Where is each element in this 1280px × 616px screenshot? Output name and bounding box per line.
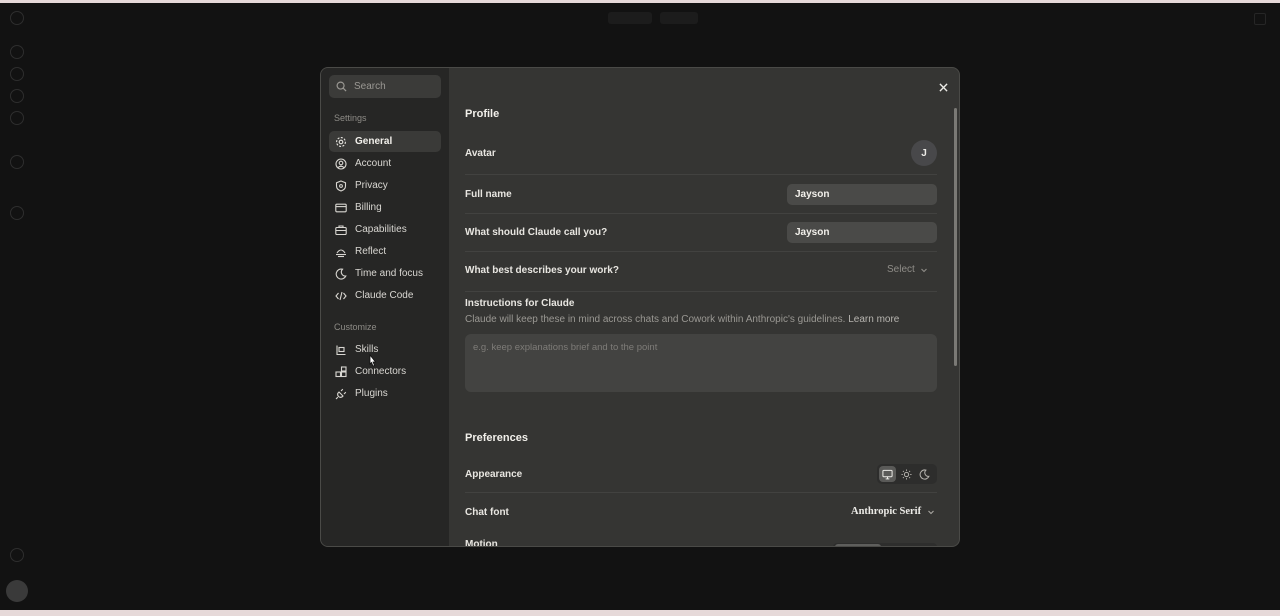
appearance-label: Appearance (465, 469, 523, 480)
divider (465, 492, 937, 493)
sidebar-item-account[interactable]: Account (329, 153, 441, 174)
chat-font-value: Anthropic Serif (851, 506, 922, 517)
desktop-icon (882, 469, 893, 479)
background-tab-pill (608, 12, 652, 24)
sidebar-item-label: Plugins (355, 388, 388, 399)
gear-icon (336, 136, 346, 147)
call-you-field[interactable]: Jayson (787, 222, 937, 243)
profile-section-title: Profile (465, 108, 500, 120)
help-icon (10, 206, 24, 220)
close-button[interactable] (935, 79, 951, 95)
avatar-label: Avatar (465, 148, 496, 159)
briefcase-icon (335, 224, 347, 235)
chevron-down-icon (928, 510, 934, 514)
sidebar-item-skills[interactable]: Skills (329, 339, 441, 360)
settings-content: Profile Avatar J Full name Jayson What s… (449, 68, 959, 547)
instructions-textarea[interactable]: e.g. keep explanations brief and to the … (465, 334, 937, 392)
sidebar-item-connectors[interactable]: Connectors (329, 361, 441, 382)
sidebar-item-privacy[interactable]: Privacy (329, 175, 441, 196)
preferences-section-title: Preferences (465, 432, 528, 444)
projects-icon (10, 89, 24, 103)
appearance-system-option[interactable] (879, 466, 896, 482)
sidebar-item-reflect[interactable]: Reflect (329, 241, 441, 262)
background-app-rail (0, 3, 34, 610)
avatar[interactable]: J (911, 140, 937, 166)
sidebar-item-label: Claude Code (355, 290, 414, 301)
sidebar-item-time-and-focus[interactable]: Time and focus (329, 263, 441, 284)
sidebar-item-label: Privacy (355, 180, 388, 191)
instructions-description: Claude will keep these in mind across ch… (465, 314, 899, 325)
search-placeholder: Search (354, 81, 386, 92)
credit-card-icon (335, 203, 347, 212)
close-icon (938, 82, 948, 92)
chat-font-select[interactable]: Anthropic Serif (851, 506, 935, 517)
divider (465, 291, 937, 292)
mouse-cursor-icon (369, 354, 377, 367)
scrollbar[interactable] (954, 108, 957, 366)
settings-modal: Search Settings General Account Privacy … (320, 67, 960, 547)
customize-section-label: Customize (334, 322, 377, 332)
moon-icon (919, 468, 930, 480)
instructions-label: Instructions for Claude (465, 298, 575, 309)
settings-sidebar: Search Settings General Account Privacy … (321, 68, 449, 546)
skills-icon (336, 345, 346, 355)
sidebar-item-label: Billing (355, 202, 382, 213)
appearance-toggle (877, 464, 937, 484)
plug-icon (335, 388, 347, 399)
work-description-label: What best describes your work? (465, 265, 619, 276)
call-you-label: What should Claude call you? (465, 227, 608, 238)
sun-icon (900, 468, 912, 480)
motion-toggle[interactable] (833, 543, 937, 546)
reflect-icon (336, 248, 346, 257)
work-description-select[interactable]: Select (887, 264, 928, 275)
edit-icon (10, 548, 24, 562)
app-logo-icon (10, 11, 24, 25)
sidebar-item-plugins[interactable]: Plugins (329, 383, 441, 404)
new-chat-icon (10, 45, 24, 59)
search-input[interactable]: Search (329, 75, 441, 98)
sidebar-item-general[interactable]: General (329, 131, 441, 152)
chats-icon (10, 67, 24, 81)
code-rail-icon (10, 155, 24, 169)
user-avatar-background (6, 580, 28, 602)
code-icon (335, 291, 347, 300)
background-tab-pill (660, 12, 698, 24)
sidebar-item-label: Time and focus (355, 268, 423, 279)
sidebar-item-label: Reflect (355, 246, 387, 257)
bottom-edge-strip (0, 610, 1280, 616)
motion-toggle-knob (835, 544, 881, 546)
sidebar-item-label: Connectors (355, 366, 407, 377)
connectors-icon (335, 365, 347, 377)
sidebar-item-claude-code[interactable]: Claude Code (329, 285, 441, 306)
top-edge-strip (0, 0, 1280, 3)
work-select-value: Select (887, 264, 915, 275)
sidebar-item-capabilities[interactable]: Capabilities (329, 219, 441, 240)
settings-section-label: Settings (334, 113, 367, 123)
sidebar-item-billing[interactable]: Billing (329, 197, 441, 218)
sidebar-item-label: Capabilities (355, 224, 407, 235)
sidebar-item-label: General (355, 136, 393, 147)
chevron-down-icon (920, 268, 927, 272)
artifacts-icon (10, 111, 24, 125)
divider (465, 174, 937, 175)
instructions-description-text: Claude will keep these in mind across ch… (465, 314, 846, 325)
motion-label: Motion (465, 539, 498, 547)
chat-font-label: Chat font (465, 507, 509, 518)
sidebar-item-label: Account (355, 158, 392, 169)
appearance-dark-option[interactable] (916, 466, 933, 482)
background-window-icon (1254, 13, 1266, 25)
moon-clock-icon (335, 268, 347, 280)
divider (465, 213, 937, 214)
appearance-light-option[interactable] (898, 466, 915, 482)
divider (465, 251, 937, 252)
shield-icon (335, 179, 347, 192)
search-icon (336, 81, 347, 92)
full-name-label: Full name (465, 189, 512, 200)
user-circle-icon (335, 157, 347, 170)
full-name-field[interactable]: Jayson (787, 184, 937, 205)
learn-more-link[interactable]: Learn more (848, 314, 899, 325)
